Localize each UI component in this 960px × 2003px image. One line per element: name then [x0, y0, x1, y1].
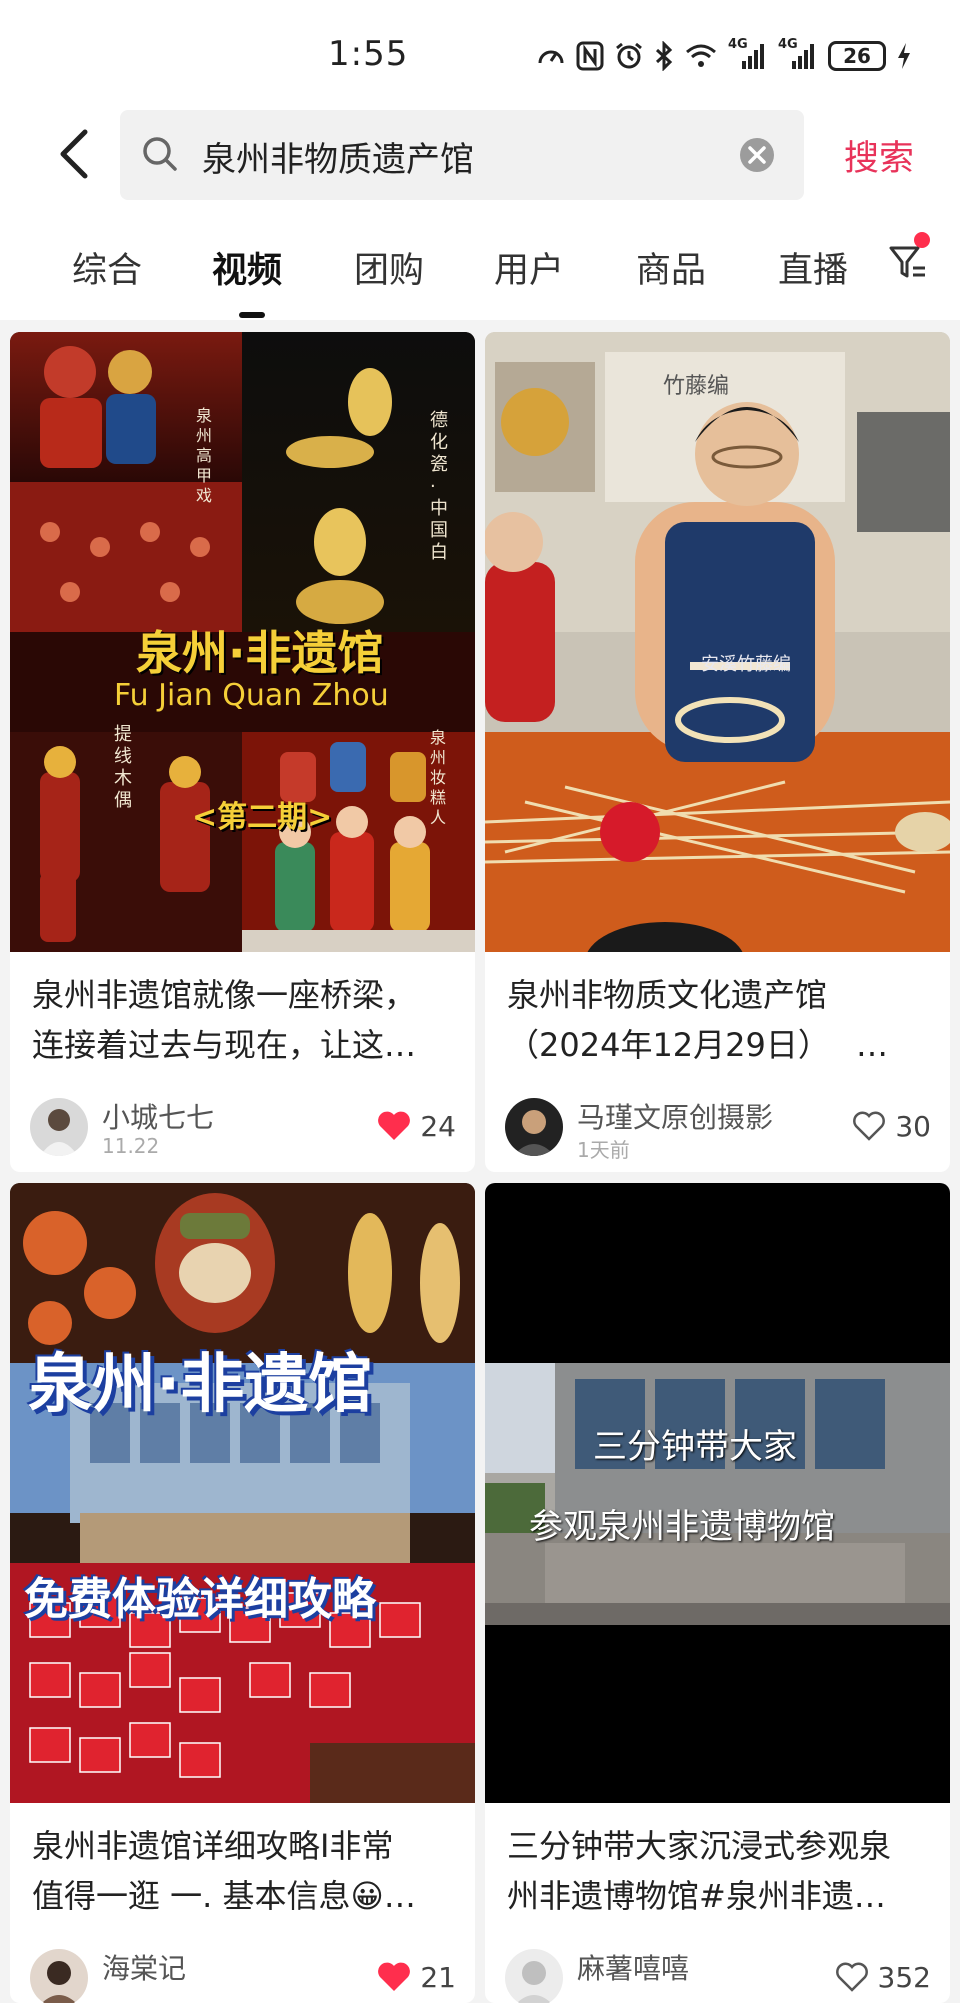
video-cover[interactable]: 德化瓷 · 中国白 泉州高甲戏 泉州·非遗馆 Fu Jian Quan Zhou… — [10, 332, 475, 952]
heart-outline-icon — [853, 1111, 886, 1141]
filter-icon[interactable] — [888, 244, 928, 280]
cover-main-title: 泉州·非遗馆 — [28, 1348, 373, 1422]
search-header: 泉州非物质遗产馆 搜索 — [0, 110, 960, 204]
tab-users[interactable]: 用户 — [494, 242, 564, 293]
like-count: 30 — [895, 1109, 931, 1143]
cover-apron-text: 安溪竹藤编 — [701, 654, 791, 675]
card-author: 海棠记 21 — [30, 1943, 460, 2003]
tab-group-buy[interactable]: 团购 — [354, 242, 424, 293]
tab-live[interactable]: 直播 — [778, 242, 848, 293]
cover-side-text: 提线木偶 — [114, 724, 132, 811]
video-card[interactable]: 泉州·非遗馆 免费体验详细攻略 泉州非遗馆详细攻略I非常 值得一逛 一. 基本信… — [10, 1183, 475, 2003]
card-title-line: （2024年12月29日） … — [507, 1026, 889, 1064]
chevron-left-icon — [60, 129, 88, 179]
charging-icon — [898, 43, 910, 69]
avatar[interactable] — [505, 1949, 563, 2003]
like-button[interactable]: 352 — [834, 1957, 931, 1997]
like-button[interactable]: 24 — [376, 1106, 456, 1146]
bluetooth-icon — [655, 41, 673, 71]
cover-subtitle: Fu Jian Quan Zhou — [114, 678, 389, 713]
author-name[interactable]: 马瑾文原创摄影 — [577, 1096, 773, 1136]
tab-bar: 综合 视频 团购 用户 商品 直播 — [0, 204, 960, 320]
avatar[interactable] — [30, 1098, 88, 1156]
card-title-line: 州非遗博物馆#泉州非遗… — [507, 1877, 886, 1915]
cover-side-text: 泉州高甲戏 — [196, 406, 213, 505]
author-name[interactable]: 小城七七 — [102, 1096, 214, 1136]
author-name[interactable]: 麻薯嘻嘻 — [577, 1947, 689, 1987]
like-count: 24 — [420, 1109, 456, 1143]
status-bar: 1:55 4G 4G 26 — [0, 0, 960, 110]
cover-image — [10, 1183, 475, 1803]
author-name[interactable]: 海棠记 — [102, 1947, 186, 1987]
card-title[interactable]: 三分钟带大家沉浸式参观泉 州非遗博物馆#泉州非遗… — [507, 1821, 937, 1921]
notification-dot — [914, 232, 930, 248]
cover-image — [485, 332, 950, 952]
card-title-line: 连接着过去与现在，让这… — [32, 1026, 417, 1064]
tab-general[interactable]: 综合 — [72, 242, 142, 293]
tab-products[interactable]: 商品 — [636, 242, 706, 293]
cover-image — [485, 1183, 950, 1803]
video-cover[interactable]: 泉州·非遗馆 免费体验详细攻略 — [10, 1183, 475, 1803]
video-card[interactable]: 竹藤编 安溪竹藤编 泉州非物质文化遗产馆 （2024年12月29日） … 马瑾文… — [485, 332, 950, 1172]
card-title[interactable]: 泉州非遗馆就像一座桥梁， 连接着过去与现在，让这… — [32, 970, 462, 1070]
cover-side-text: 德化瓷 · 中国白 — [430, 410, 448, 563]
card-title-line: 值得一逛 一. 基本信息😀… — [32, 1877, 416, 1915]
post-date: 11.22 — [102, 1134, 160, 1158]
back-button[interactable] — [44, 124, 104, 184]
signal-icon: 4G — [728, 37, 768, 71]
video-cover[interactable]: 竹藤编 安溪竹藤编 — [485, 332, 950, 952]
clear-icon[interactable] — [738, 136, 776, 174]
cover-side-text: 泉州妆糕人 — [430, 728, 447, 827]
like-count: 352 — [877, 1960, 931, 1994]
search-query: 泉州非物质遗产馆 — [202, 140, 474, 180]
alarm-icon — [616, 42, 642, 69]
video-cover[interactable]: 三分钟带大家 参观泉州非遗博物馆 — [485, 1183, 950, 1803]
card-author: 小城七七 11.22 24 — [30, 1092, 460, 1162]
search-button[interactable]: 搜索 — [844, 130, 914, 181]
video-card[interactable]: 德化瓷 · 中国白 泉州高甲戏 泉州·非遗馆 Fu Jian Quan Zhou… — [10, 332, 475, 1172]
cover-banner: 免费体验详细攻略 — [24, 1574, 376, 1625]
search-input[interactable]: 泉州非物质遗产馆 — [120, 110, 804, 200]
battery-icon: 26 — [828, 41, 886, 71]
post-date: 1天前 — [577, 1138, 630, 1162]
avatar[interactable] — [30, 1949, 88, 2003]
avatar[interactable] — [505, 1098, 563, 1156]
like-button[interactable]: 30 — [851, 1106, 931, 1146]
card-title-line: 泉州非遗馆就像一座桥梁， — [32, 976, 417, 1014]
card-title-line: 泉州非遗馆详细攻略I非常 — [32, 1827, 394, 1865]
tab-video[interactable]: 视频 — [212, 242, 282, 293]
signal-icon: 4G — [778, 37, 818, 71]
wifi-icon — [686, 44, 716, 67]
status-icons: 4G 4G 26 — [536, 36, 912, 76]
like-count: 21 — [420, 1960, 456, 1994]
heart-filled-icon — [378, 1111, 411, 1140]
nfc-icon — [576, 41, 604, 71]
heart-outline-icon — [835, 1962, 868, 1992]
card-title[interactable]: 泉州非遗馆详细攻略I非常 值得一逛 一. 基本信息😀… — [32, 1821, 462, 1921]
card-author: 麻薯嘻嘻 352 — [505, 1943, 935, 2003]
card-title-line: 三分钟带大家沉浸式参观泉 — [507, 1827, 892, 1865]
speed-icon — [538, 50, 564, 64]
cover-sign-text: 竹藤编 — [663, 374, 730, 399]
cover-main-title: 泉州·非遗馆 — [136, 626, 384, 680]
cover-line: 参观泉州非遗博物馆 — [529, 1507, 835, 1547]
like-button[interactable]: 21 — [376, 1957, 456, 1997]
card-author: 马瑾文原创摄影 1天前 30 — [505, 1092, 935, 1162]
card-title[interactable]: 泉州非物质文化遗产馆 （2024年12月29日） … — [507, 970, 937, 1070]
active-tab-indicator — [239, 312, 265, 318]
cover-line: 三分钟带大家 — [593, 1427, 797, 1467]
video-card[interactable]: 三分钟带大家 参观泉州非遗博物馆 三分钟带大家沉浸式参观泉 州非遗博物馆#泉州非… — [485, 1183, 950, 2003]
heart-filled-icon — [378, 1962, 411, 1991]
cover-tag: <第二期> — [192, 800, 333, 835]
card-title-line: 泉州非物质文化遗产馆 — [507, 976, 828, 1014]
status-time: 1:55 — [328, 34, 409, 74]
battery-level: 26 — [843, 44, 871, 68]
search-icon — [143, 137, 177, 171]
